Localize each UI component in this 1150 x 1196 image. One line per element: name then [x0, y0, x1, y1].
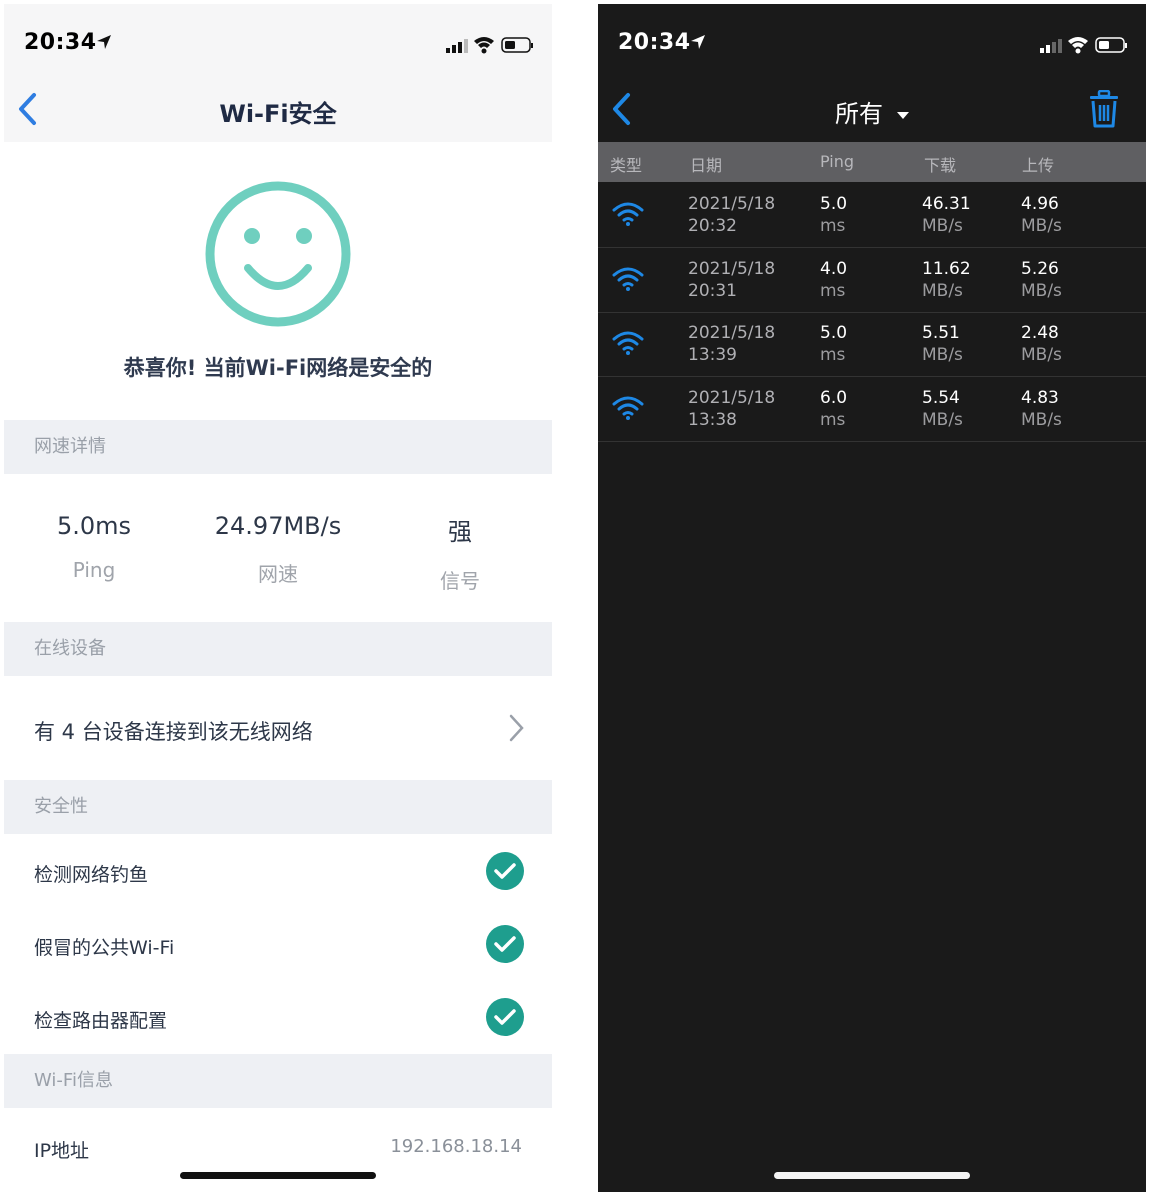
security-item: 检测网络钓鱼	[4, 836, 552, 908]
check-circle-icon	[486, 852, 524, 890]
check-circle-icon	[486, 925, 524, 963]
row-download: 46.31	[922, 194, 971, 214]
table-row[interactable]: 2021/5/18 13:39 5.0 ms 5.51 MB/s 2.48 MB/s	[598, 312, 1146, 377]
wifi-icon	[612, 396, 644, 420]
stat-label: Ping	[72, 558, 116, 582]
check-circle-icon	[486, 998, 524, 1036]
section-header-wifi-info: Wi-Fi信息	[4, 1054, 552, 1108]
column-header-upload: 上传	[1022, 156, 1055, 175]
row-upload-unit: MB/s	[1021, 216, 1062, 236]
status-time: 20:34	[24, 30, 97, 55]
column-header-type: 类型	[610, 156, 643, 175]
stat-label: 网速	[258, 562, 298, 586]
security-item: 假冒的公共Wi-Fi	[4, 909, 552, 981]
column-header-download: 下载	[924, 156, 957, 175]
table-header: 类型 日期 Ping 下载 上传	[598, 142, 1146, 182]
stat-label: 信号	[440, 569, 480, 593]
stat-speed: 24.97MB/s 网速	[188, 512, 368, 587]
row-ping-unit: ms	[820, 216, 846, 236]
ip-address-row: IP地址 192.168.18.14	[4, 1112, 552, 1172]
row-ping: 5.0	[820, 323, 848, 343]
stat-value: 5.0ms	[56, 512, 132, 540]
filter-dropdown[interactable]: 所有	[598, 94, 1146, 129]
row-download: 11.62	[922, 259, 971, 279]
devices-count-text: 有 4 台设备连接到该无线网络	[34, 720, 313, 744]
row-upload: 4.96	[1021, 194, 1059, 214]
stat-signal: 强 信号	[370, 512, 550, 594]
row-upload: 2.48	[1021, 323, 1059, 343]
row-download-unit: MB/s	[922, 216, 963, 236]
location-arrow-icon	[97, 35, 111, 49]
wifi-icon	[612, 331, 644, 355]
row-date: 2021/5/18	[688, 194, 776, 214]
status-bar: 20:34	[598, 4, 1146, 84]
row-download: 5.54	[922, 388, 960, 408]
security-item-label: 假冒的公共Wi-Fi	[34, 937, 175, 959]
home-indicator[interactable]	[774, 1172, 970, 1179]
stat-value: 24.97MB/s	[214, 512, 342, 540]
caret-down-icon	[897, 111, 909, 119]
column-header-date: 日期	[690, 156, 723, 175]
chevron-right-icon	[509, 714, 524, 742]
row-upload-unit: MB/s	[1021, 345, 1062, 365]
row-ping: 6.0	[820, 388, 848, 408]
row-ping-unit: ms	[820, 345, 846, 365]
row-ping-unit: ms	[820, 281, 846, 301]
row-upload-unit: MB/s	[1021, 410, 1062, 430]
wifi-icon	[612, 202, 644, 226]
system-status-icons	[1040, 37, 1127, 54]
row-download-unit: MB/s	[922, 281, 963, 301]
table-row[interactable]: 2021/5/18 13:38 6.0 ms 5.54 MB/s 4.83 MB/s	[598, 377, 1146, 442]
row-date: 2021/5/18	[688, 259, 776, 279]
status-time: 20:34	[618, 30, 691, 55]
speed-history-screen: 20:34 所有 类型 日期 Ping 下载 上传 2021/5/18 20:3…	[598, 4, 1146, 1192]
row-time: 20:31	[688, 281, 737, 301]
status-bar: 20:34	[4, 4, 552, 84]
security-item: 检查路由器配置	[4, 982, 552, 1054]
section-header-security: 安全性	[4, 780, 552, 834]
wifi-security-screen: 20:34 Wi-Fi安全 恭喜你! 当前Wi-Fi网络是安全的 网速详情 5.…	[4, 4, 552, 1192]
row-upload: 4.83	[1021, 388, 1059, 408]
row-ping: 4.0	[820, 259, 848, 279]
stat-ping: 5.0ms Ping	[4, 512, 184, 582]
security-item-label: 检查路由器配置	[34, 1010, 168, 1032]
column-header-ping: Ping	[820, 152, 855, 171]
row-time: 13:39	[688, 345, 737, 365]
row-ping-unit: ms	[820, 410, 846, 430]
row-download-unit: MB/s	[922, 345, 963, 365]
ip-label: IP地址	[34, 1140, 90, 1162]
row-date: 2021/5/18	[688, 388, 776, 408]
ip-value: 192.168.18.14	[390, 1136, 522, 1157]
security-status-message: 恭喜你! 当前Wi-Fi网络是安全的	[123, 356, 433, 380]
section-header-devices: 在线设备	[4, 622, 552, 676]
section-header-speed: 网速详情	[4, 420, 552, 474]
row-time: 20:32	[688, 216, 737, 236]
row-upload: 5.26	[1021, 259, 1059, 279]
smiley-face-icon	[205, 181, 351, 327]
row-date: 2021/5/18	[688, 323, 776, 343]
table-row[interactable]: 2021/5/18 20:32 5.0 ms 46.31 MB/s 4.96 MB/s	[598, 183, 1146, 248]
system-status-icons	[446, 37, 533, 54]
row-download-unit: MB/s	[922, 410, 963, 430]
home-indicator[interactable]	[180, 1172, 376, 1179]
security-item-label: 检测网络钓鱼	[34, 864, 149, 886]
row-download: 5.51	[922, 323, 960, 343]
nav-bar: 20:34 Wi-Fi安全	[4, 4, 552, 142]
page-title: Wi-Fi安全	[219, 100, 337, 128]
table-row[interactable]: 2021/5/18 20:31 4.0 ms 11.62 MB/s 5.26 MB/s	[598, 248, 1146, 313]
location-arrow-icon	[691, 35, 705, 49]
online-devices-row[interactable]: 有 4 台设备连接到该无线网络	[4, 680, 552, 778]
wifi-icon	[612, 267, 644, 291]
stat-value: 强	[448, 518, 472, 546]
trash-icon[interactable]	[1088, 90, 1120, 128]
row-ping: 5.0	[820, 194, 848, 214]
row-time: 13:38	[688, 410, 737, 430]
row-upload-unit: MB/s	[1021, 281, 1062, 301]
nav-bar: 20:34 所有	[598, 4, 1146, 142]
filter-label: 所有	[835, 100, 883, 128]
